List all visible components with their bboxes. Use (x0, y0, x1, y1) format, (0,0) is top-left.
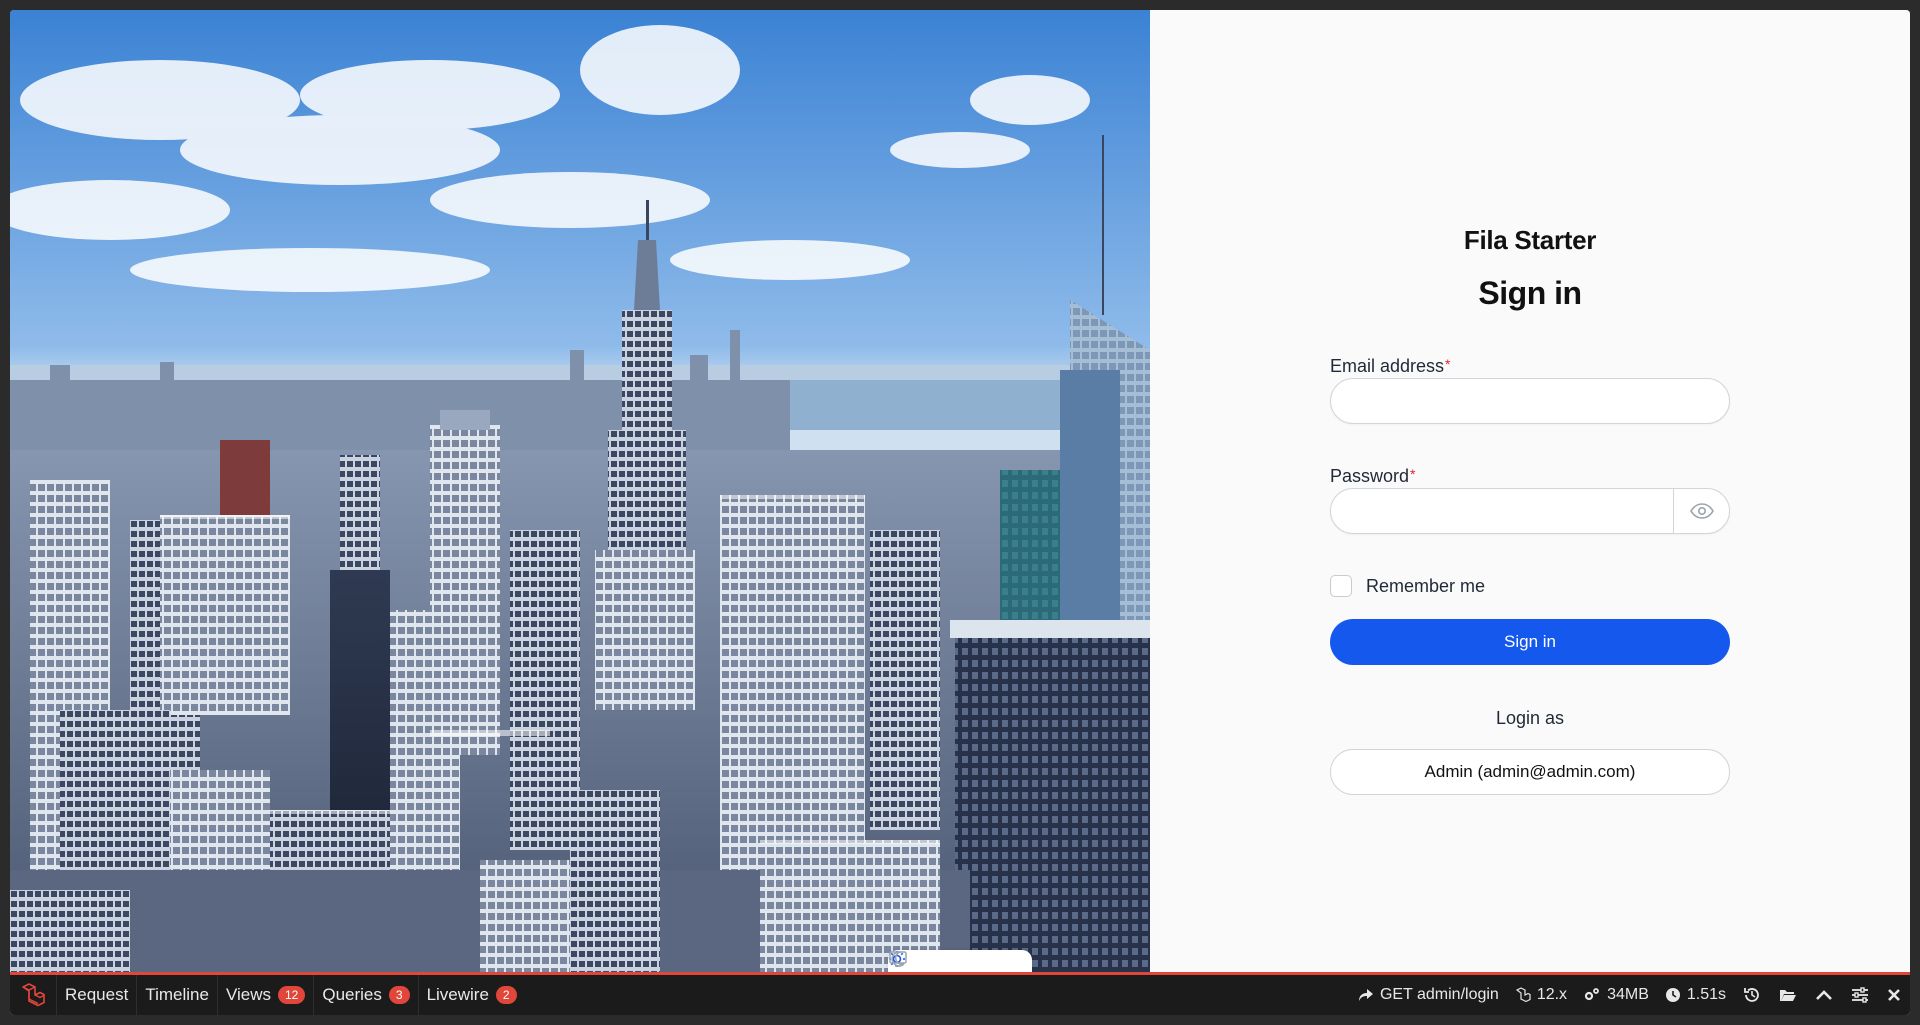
memory-text: 34MB (1607, 986, 1649, 1003)
count-badge: 2 (495, 986, 517, 1004)
eye-icon (1689, 503, 1714, 519)
email-field-wrapper (1330, 378, 1730, 424)
password-field[interactable] (1331, 489, 1675, 533)
email-field[interactable] (1331, 379, 1729, 423)
password-label: Password* (1330, 466, 1415, 487)
share-arrow-icon (1358, 989, 1373, 1001)
email-label-text: Email address (1330, 356, 1445, 376)
tab-views[interactable]: Views 12 (216, 975, 313, 1015)
tab-timeline[interactable]: Timeline (136, 975, 217, 1015)
remember-me-label[interactable]: Remember me (1366, 576, 1485, 597)
password-field-wrapper (1330, 488, 1730, 534)
request-duration[interactable]: 1.51s (1657, 986, 1734, 1004)
settings-sliders-icon[interactable] (1842, 987, 1878, 1003)
version-text: 12.x (1536, 986, 1568, 1003)
count-badge: 3 (388, 986, 410, 1004)
password-label-text: Password (1330, 466, 1410, 486)
route-info[interactable]: GET admin/login (1350, 986, 1507, 1004)
tab-request[interactable]: Request (56, 975, 136, 1015)
theme-switcher (888, 950, 1032, 972)
duration-text: 1.51s (1686, 986, 1726, 1003)
cogs-icon (1584, 988, 1599, 1001)
memory-usage[interactable]: 34MB (1575, 986, 1657, 1004)
chevron-up-icon[interactable] (1806, 988, 1842, 1002)
required-marker: * (1445, 356, 1451, 372)
tab-label: Views (225, 985, 271, 1004)
tab-livewire[interactable]: Livewire 2 (417, 975, 525, 1015)
history-icon[interactable] (1734, 986, 1770, 1004)
hero-city-image (10, 10, 1150, 972)
tab-label: Livewire (426, 985, 489, 1004)
login-as-admin-button[interactable]: Admin (admin@admin.com) (1330, 749, 1730, 795)
tab-label: Queries (322, 985, 382, 1004)
tab-label: Timeline (145, 985, 209, 1004)
tab-label: Request (65, 985, 129, 1004)
debugbar-right: GET admin/login 12.x 34MB 1.51s (1350, 975, 1910, 1015)
count-badge: 12 (277, 986, 306, 1004)
laravel-icon (1515, 987, 1531, 1003)
required-marker: * (1410, 466, 1416, 482)
clock-icon (1665, 988, 1680, 1002)
debugbar: Request Timeline Views 12 Queries 3 Livewi… (10, 972, 1910, 1015)
browser-window: Fila Starter Sign in Email address* Pass… (10, 10, 1910, 1015)
remember-me-checkbox[interactable] (1330, 575, 1352, 597)
email-label: Email address* (1330, 356, 1451, 377)
login-panel: Fila Starter Sign in Email address* Pass… (1150, 10, 1910, 972)
close-icon[interactable] (1878, 988, 1910, 1002)
tab-queries[interactable]: Queries 3 (313, 975, 417, 1015)
brand-name: Fila Starter (1463, 225, 1597, 255)
login-as-label: Login as (1495, 708, 1565, 728)
show-password-button[interactable] (1673, 489, 1729, 533)
remember-me-row: Remember me (1330, 575, 1485, 597)
laravel-version[interactable]: 12.x (1507, 986, 1575, 1004)
page-title: Sign in (1478, 275, 1582, 311)
sign-in-button[interactable]: Sign in (1330, 619, 1730, 665)
folder-open-icon[interactable] (1770, 987, 1806, 1003)
route-text: GET admin/login (1379, 986, 1499, 1003)
laravel-logo-icon[interactable] (10, 975, 56, 1015)
city-skyline-illustration (10, 10, 1150, 972)
